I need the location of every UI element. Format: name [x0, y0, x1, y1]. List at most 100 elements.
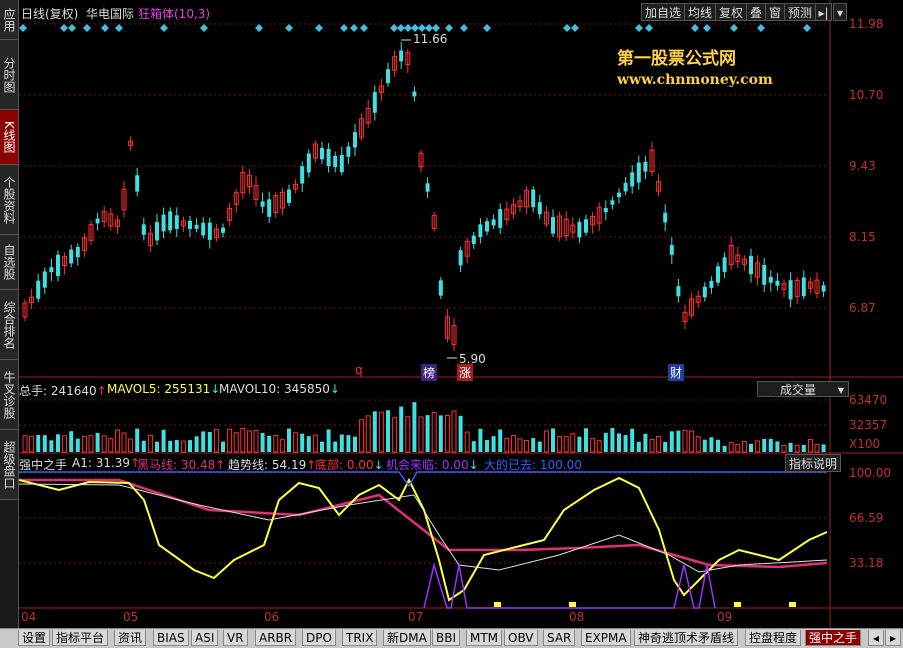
- volume-bars: [22, 402, 826, 453]
- candle-body: [603, 208, 608, 213]
- chart-mode-label[interactable]: 日线(复权): [21, 5, 78, 22]
- tab-new-dma[interactable]: 新DMA: [383, 630, 431, 646]
- tab-dpo[interactable]: DPO: [302, 630, 336, 646]
- candle-body: [141, 224, 146, 235]
- volume-bar: [22, 435, 28, 453]
- price-tick: 8.15: [849, 230, 876, 244]
- volume-bar: [517, 438, 523, 453]
- signal-diamond: [115, 24, 123, 32]
- jump-icon[interactable]: ▸|: [815, 3, 832, 21]
- volume-bar: [709, 437, 714, 452]
- indicator-name[interactable]: 狂箱体(10,3): [138, 5, 210, 22]
- tab-arbr[interactable]: ARBR: [255, 630, 297, 646]
- mavol5-text: MAVOL5: 255131: [107, 382, 211, 396]
- volume-indicator-select[interactable]: 成交量 ▾: [757, 381, 849, 397]
- volume-bar: [801, 444, 806, 452]
- sidebar-tab-stock-info[interactable]: 个股资料: [0, 165, 18, 235]
- volume-tick: 63470: [849, 393, 888, 407]
- volume-bar: [246, 430, 252, 453]
- candle-body: [617, 192, 621, 198]
- candlesticks: [22, 41, 826, 352]
- volume-bar: [689, 430, 695, 453]
- forecast-button[interactable]: 预测: [784, 3, 817, 21]
- volume-bar: [95, 432, 100, 452]
- indicator-wave: 大的已去: 100.00: [484, 458, 582, 472]
- candle-body: [300, 166, 305, 184]
- sidebar-tab-diagnosis[interactable]: 牛叉诊股: [0, 360, 18, 430]
- event-marker[interactable]: 财: [668, 364, 685, 381]
- ma-button[interactable]: 均线: [684, 3, 717, 21]
- candle-body: [135, 175, 140, 192]
- window-button[interactable]: 窗: [765, 3, 786, 21]
- tab-bias[interactable]: BIAS: [153, 630, 189, 646]
- event-marker[interactable]: 涨: [457, 364, 474, 381]
- arrow-left-icon[interactable]: ◂: [868, 630, 884, 646]
- tab-vr[interactable]: VR: [223, 630, 248, 646]
- sidebar-tab-ranking[interactable]: 综合排名: [0, 290, 18, 360]
- add-watchlist-button[interactable]: 加自选: [641, 3, 686, 21]
- tab-escape-top[interactable]: 神奇逃顶术矛盾线: [634, 630, 739, 646]
- tab-obv[interactable]: OBV: [504, 630, 538, 646]
- signal-diamond: [60, 24, 68, 32]
- volume-bar: [577, 436, 582, 452]
- candle-body: [194, 224, 199, 229]
- volume-bar: [438, 415, 443, 452]
- chevron-down-icon[interactable]: ▾: [833, 3, 847, 21]
- sidebar-tab-kline[interactable]: K线图: [0, 110, 18, 165]
- kline-chart[interactable]: [19, 0, 903, 628]
- volume-bar: [669, 431, 674, 452]
- arrow-right-icon[interactable]: ▸: [885, 630, 901, 646]
- candle-body: [201, 222, 206, 236]
- indicator-trend-text: 趋势线: 54.19: [228, 458, 307, 472]
- tab-sar[interactable]: SAR: [543, 630, 576, 646]
- indicator-help-button[interactable]: 指标说明: [785, 454, 842, 472]
- volume-bar: [630, 428, 635, 452]
- candle-body: [478, 224, 483, 238]
- volume-bar: [386, 410, 390, 452]
- tab-trix[interactable]: TRIX: [342, 630, 378, 646]
- volume-bar: [478, 428, 483, 452]
- price-grid: [19, 23, 830, 564]
- tab-settings[interactable]: 设置: [18, 630, 51, 646]
- indicator-tick: 33.18: [849, 556, 884, 570]
- candle-body: [188, 220, 192, 229]
- restore-right-button[interactable]: 复权: [715, 3, 748, 21]
- volume-bar: [504, 437, 510, 453]
- volume-bar: [551, 428, 555, 452]
- tab-mtm[interactable]: MTM: [466, 630, 503, 646]
- tab-news[interactable]: 资讯: [114, 630, 147, 646]
- candle-body: [260, 201, 265, 207]
- volume-bar: [161, 429, 166, 452]
- candle-body: [287, 189, 291, 203]
- sidebar-tab-app[interactable]: 应用: [0, 0, 18, 40]
- bottom-indicator-tabs: 设置 指标平台 资讯 BIAS ASI VR ARBR DPO TRIX 新DM…: [0, 628, 903, 648]
- indicator-chance: 机会来临: 0.00↓: [386, 456, 479, 473]
- tab-strong-hand[interactable]: 强中之手: [805, 630, 862, 646]
- sidebar-tab-label: K线图: [2, 121, 16, 153]
- volume-bar: [656, 436, 662, 453]
- tab-asi[interactable]: ASI: [191, 630, 219, 646]
- candle-body: [42, 271, 47, 288]
- tab-control-degree[interactable]: 控盘程度: [745, 630, 802, 646]
- arrow-down-icon: ↓: [329, 382, 340, 396]
- volume-bar: [418, 416, 424, 453]
- signal-diamond: [101, 24, 109, 32]
- event-marker[interactable]: 榜: [421, 364, 438, 381]
- volume-bar: [213, 429, 219, 453]
- event-marker[interactable]: q: [355, 363, 363, 377]
- volume-bar: [781, 444, 787, 453]
- sidebar-tab-watchlist[interactable]: 自选股: [0, 235, 18, 290]
- signal-diamond: [425, 24, 433, 32]
- volume-bar: [444, 415, 450, 453]
- sidebar-tab-intraday[interactable]: 分时图: [0, 40, 18, 110]
- tab-expma[interactable]: EXPMA: [581, 630, 631, 646]
- volume-bar: [306, 436, 311, 452]
- volume-bar: [755, 440, 761, 453]
- sidebar-tab-super-panel[interactable]: 超级盘口: [0, 430, 18, 500]
- tab-bbi[interactable]: BBI: [432, 630, 461, 646]
- volume-bar: [749, 443, 753, 452]
- overlay-button[interactable]: 叠: [746, 3, 767, 21]
- tab-indicator-platform[interactable]: 指标平台: [52, 630, 109, 646]
- date-tick: 04: [21, 610, 37, 624]
- indicator-trend: 趋势线: 54.19↑: [228, 456, 316, 473]
